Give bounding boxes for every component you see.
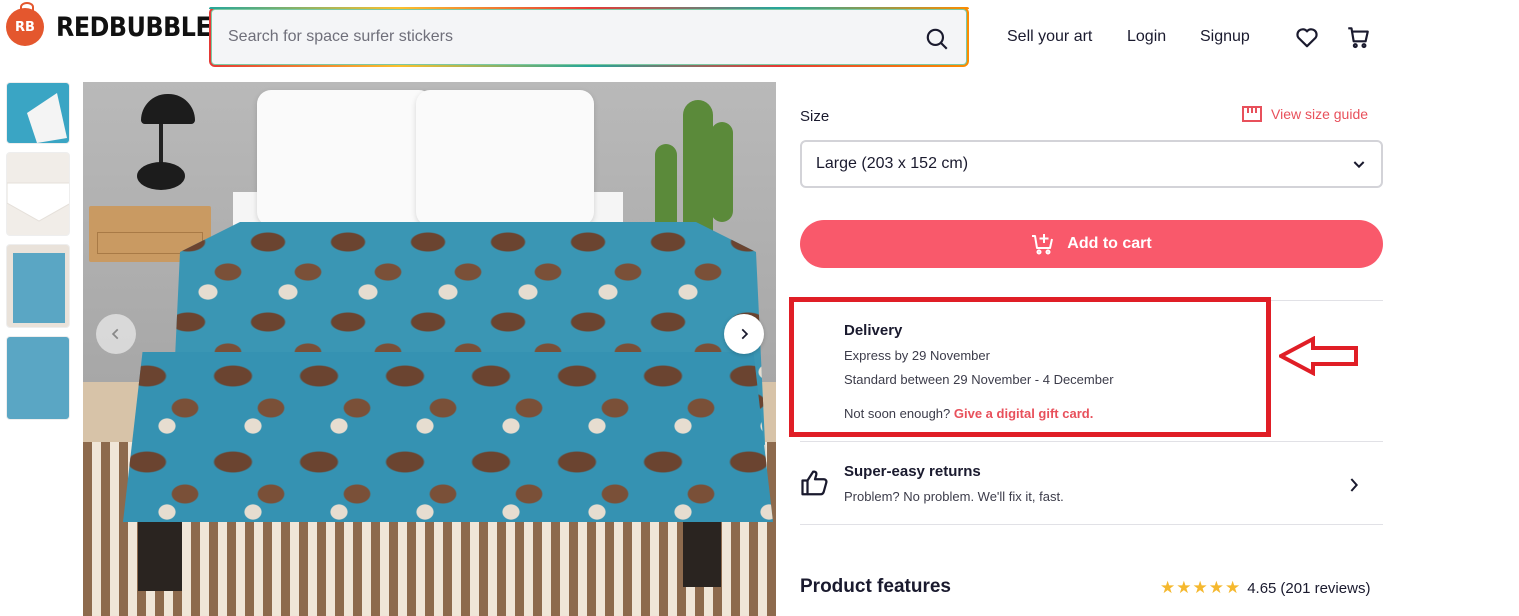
- image-cactus: [711, 122, 733, 222]
- image-pillow: [416, 90, 594, 226]
- chevron-down-icon: [1353, 161, 1365, 169]
- size-label: Size: [800, 108, 830, 125]
- logo-badge: RB: [6, 2, 44, 46]
- size-select-value: Large (203 x 152 cm): [816, 155, 969, 172]
- thumbnail-list: [6, 82, 72, 428]
- image-cactus: [655, 144, 677, 234]
- add-to-cart-label: Add to cart: [1067, 235, 1152, 252]
- nav-signup[interactable]: Signup: [1200, 28, 1250, 46]
- ruler-icon: [1242, 106, 1262, 122]
- image-blanket: [123, 352, 773, 522]
- rating-summary[interactable]: ★★★★★ 4.65 (201 reviews): [1160, 578, 1370, 598]
- annotation-highlight-box: [789, 297, 1271, 437]
- heart-icon[interactable]: [1294, 24, 1320, 50]
- product-image: [83, 82, 776, 616]
- search-bar: [209, 7, 969, 67]
- nav-login[interactable]: Login: [1127, 28, 1166, 46]
- thumbnail-blanket-hanging[interactable]: [6, 244, 70, 328]
- add-cart-icon: [1032, 234, 1054, 255]
- add-to-cart-button[interactable]: Add to cart: [800, 220, 1383, 268]
- thumbnail-pattern[interactable]: [6, 336, 70, 420]
- search-box: [211, 9, 967, 65]
- redbubble-logo[interactable]: RB REDBUBBLE: [6, 2, 232, 46]
- rating-value: 4.65: [1247, 579, 1277, 597]
- chevron-right-icon[interactable]: [1346, 476, 1362, 494]
- view-size-guide-link[interactable]: View size guide: [1242, 106, 1368, 122]
- thumbnail-blanket-back[interactable]: [6, 152, 70, 236]
- divider: [800, 524, 1383, 525]
- cart-icon[interactable]: [1345, 24, 1371, 50]
- size-select[interactable]: Large (203 x 152 cm): [800, 140, 1383, 188]
- site-header: RB REDBUBBLE Sell your art Login Signup: [0, 0, 1519, 76]
- annotation-arrow-icon: [1279, 336, 1358, 376]
- image-lamp: [137, 162, 185, 190]
- search-input[interactable]: [228, 10, 908, 64]
- image-bed-leg: [683, 517, 721, 587]
- size-guide-label: View size guide: [1271, 106, 1369, 122]
- image-pillow: [257, 90, 433, 226]
- returns-row[interactable]: [800, 442, 1383, 524]
- product-features-title: Product features: [800, 576, 951, 597]
- next-image-button[interactable]: [724, 314, 764, 354]
- thumbnail-folded-blanket[interactable]: [6, 82, 70, 144]
- nav-sell-your-art[interactable]: Sell your art: [1007, 28, 1092, 46]
- logo-text: REDBUBBLE: [56, 11, 212, 43]
- thumbs-up-icon: [801, 470, 828, 496]
- previous-image-button[interactable]: [96, 314, 136, 354]
- image-bed-leg: [138, 517, 182, 591]
- star-rating-icon: ★★★★★: [1160, 578, 1242, 598]
- search-icon[interactable]: [924, 26, 950, 52]
- review-count: (201 reviews): [1280, 579, 1371, 597]
- returns-title: Super-easy returns: [844, 463, 981, 480]
- returns-subtitle: Problem? No problem. We'll fix it, fast.: [844, 489, 1064, 504]
